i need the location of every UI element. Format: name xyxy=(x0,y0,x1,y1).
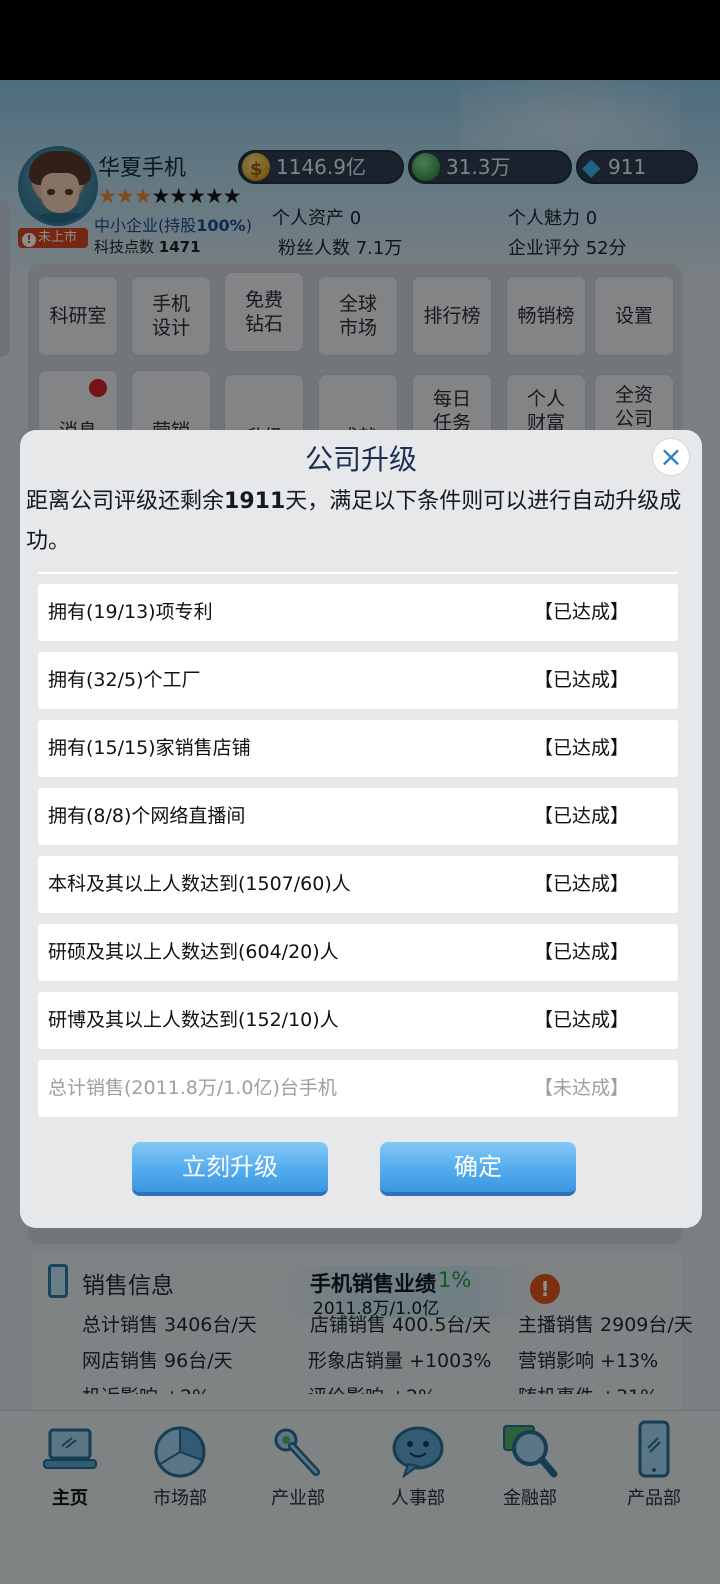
condition-row: 拥有(19/13)项专利 【已达成】 xyxy=(38,584,678,641)
upgrade-now-button[interactable]: 立刻升级 xyxy=(132,1142,328,1196)
condition-row: 拥有(32/5)个工厂 【已达成】 xyxy=(38,652,678,709)
condition-row: 拥有(15/15)家销售店铺 【已达成】 xyxy=(38,720,678,777)
condition-row: 拥有(8/8)个网络直播间 【已达成】 xyxy=(38,788,678,845)
list-divider xyxy=(38,572,678,574)
confirm-button[interactable]: 确定 xyxy=(380,1142,576,1196)
dialog-title: 公司升级 xyxy=(304,443,417,476)
condition-row: 研博及其以上人数达到(152/10)人 【已达成】 xyxy=(38,992,678,1049)
close-icon[interactable]: × xyxy=(652,438,690,476)
condition-row-pending: 总计销售(2011.8万/1.0亿)台手机 【未达成】 xyxy=(38,1060,678,1117)
dialog-description: 距离公司评级还剩余1911天，满足以下条件则可以进行自动升级成功。 xyxy=(26,489,682,554)
condition-row: 本科及其以上人数达到(1507/60)人 【已达成】 xyxy=(38,856,678,913)
company-upgrade-dialog: 公司升级 × 距离公司评级还剩余1911天，满足以下条件则可以进行自动升级成功。… xyxy=(20,430,702,1228)
condition-row: 研硕及其以上人数达到(604/20)人 【已达成】 xyxy=(38,924,678,981)
status-bar xyxy=(0,0,720,80)
side-drawer-handle[interactable] xyxy=(0,200,10,356)
